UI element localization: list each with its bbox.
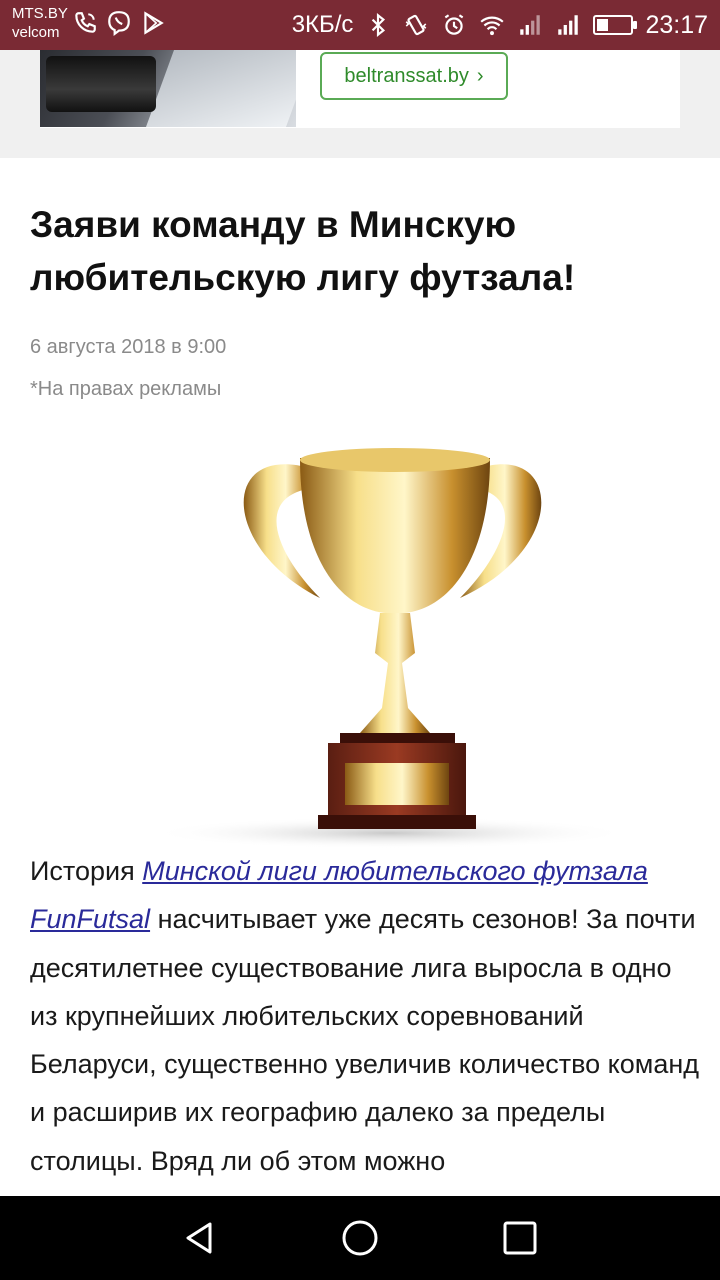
wifi-icon: [480, 16, 504, 36]
battery-icon: [593, 15, 638, 35]
signal-icon: [520, 15, 541, 35]
carrier-name-2: velcom: [12, 24, 60, 41]
funfutsal-link[interactable]: FunFutsal: [30, 904, 150, 934]
trophy-image: [150, 448, 630, 848]
clock: 23:17: [645, 10, 708, 39]
ad-image[interactable]: [40, 50, 296, 127]
home-icon[interactable]: [340, 1218, 380, 1258]
chevron-right-icon: ›: [476, 64, 484, 87]
signal-icon: [558, 15, 579, 35]
body-text-rest: насчитывает уже десять сезонов! За почти…: [30, 904, 700, 1176]
body-text-intro: История: [30, 856, 143, 886]
phone-icon: [75, 12, 96, 33]
recents-icon[interactable]: [500, 1218, 540, 1258]
vibrate-icon: [406, 14, 427, 36]
article-date: 6 августа 2018 в 9:00: [30, 336, 227, 358]
ad-link-button[interactable]: beltranssat.by ›: [320, 52, 508, 100]
article-title: Заяви команду в Минскую любительскую лиг…: [30, 204, 576, 298]
bluetooth-icon: [372, 12, 386, 38]
league-link[interactable]: Минской лиги любительского футзала: [142, 856, 648, 886]
carrier-label: MTS.BY velcom: [12, 4, 68, 42]
ad-note: *На правах рекламы: [30, 378, 222, 400]
article-body: История Минской лиги любительского футза…: [30, 847, 700, 1185]
viber-icon: [108, 11, 130, 36]
carrier-name-1: MTS.BY: [12, 5, 68, 22]
ad-banner: beltranssat.by ›: [0, 50, 720, 158]
network-speed: 3КБ/с: [291, 11, 354, 38]
navigation-bar: [0, 1196, 720, 1280]
play-store-icon: [144, 11, 164, 35]
back-icon[interactable]: [180, 1218, 220, 1258]
ad-card[interactable]: beltranssat.by ›: [40, 50, 680, 128]
status-bar: MTS.BY velcom 3КБ/с 23:17: [0, 0, 720, 50]
ad-link-label: beltranssat.by: [344, 64, 469, 87]
alarm-icon: [445, 14, 464, 35]
